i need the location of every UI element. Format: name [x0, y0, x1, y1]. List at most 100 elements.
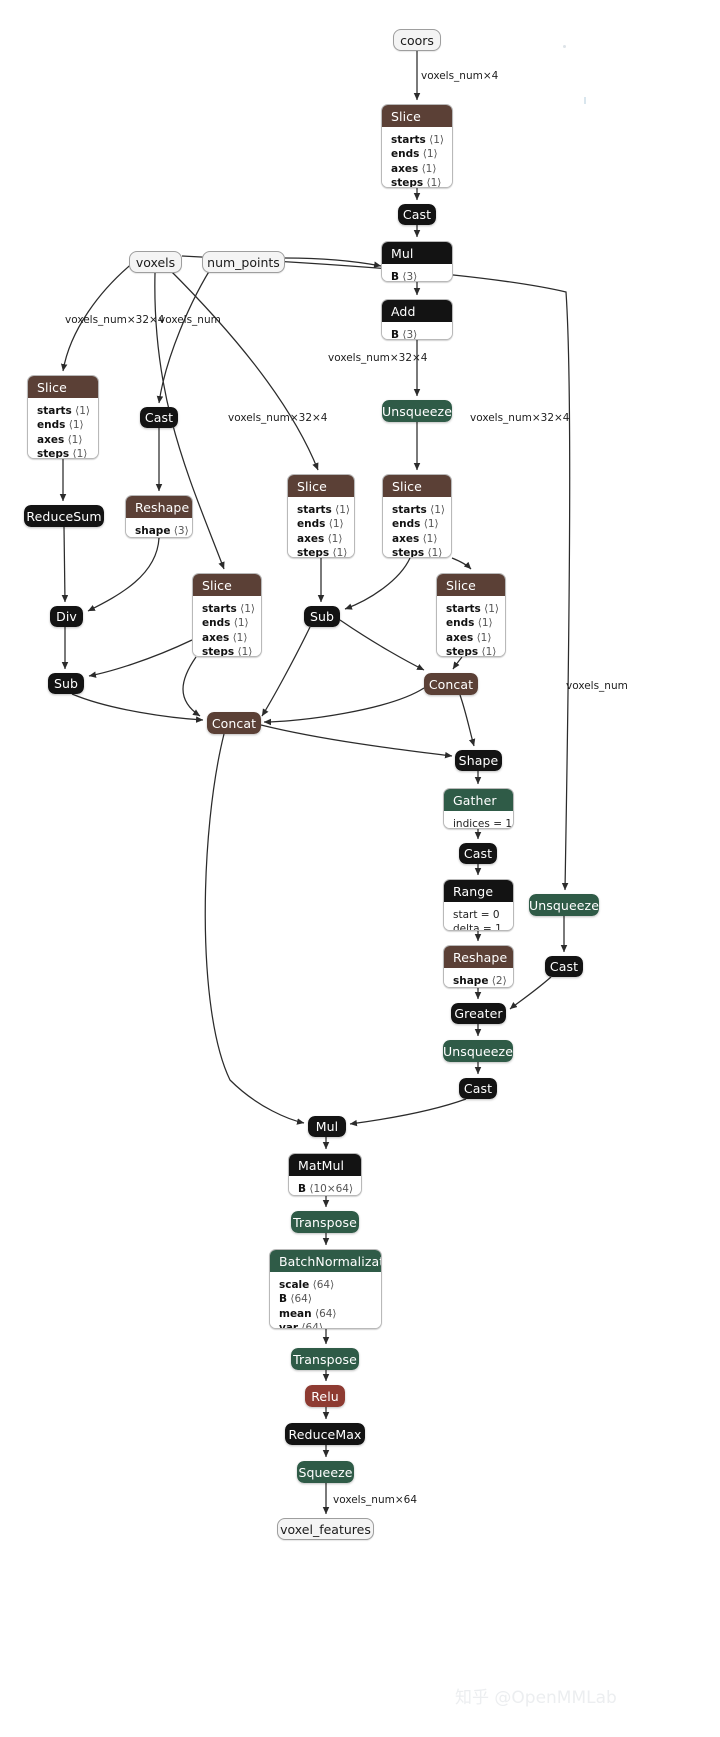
- edge-label: voxels_num: [566, 680, 628, 692]
- op-node-title: Transpose: [291, 1348, 359, 1370]
- op-node-concat[interactable]: Concat: [424, 673, 478, 695]
- io-node-voxels[interactable]: voxels: [129, 251, 182, 273]
- op-node-reshape[interactable]: Reshape shape ⟨2⟩: [443, 945, 514, 988]
- op-node-title: Unsqueeze: [529, 894, 599, 916]
- op-node-title: Cast: [459, 1078, 497, 1099]
- graph-edges-layer: [59, 51, 571, 1515]
- op-attribute-value: ⟨1⟩: [332, 547, 348, 558]
- op-node-matmul[interactable]: MatMul B ⟨10×64⟩: [288, 1153, 362, 1196]
- op-attribute-value: ⟨1⟩: [422, 532, 438, 545]
- op-attribute-value: ⟨1⟩: [328, 518, 344, 531]
- op-node-div[interactable]: Div: [50, 606, 83, 627]
- io-node-voxel_features[interactable]: voxel_features: [277, 1518, 374, 1540]
- op-node-mul[interactable]: Mul B ⟨3⟩: [381, 241, 453, 282]
- op-node-title: Mul: [382, 242, 452, 264]
- op-attribute-row: axes ⟨1⟩: [392, 532, 442, 546]
- op-attribute-key: B: [279, 1293, 288, 1306]
- op-node-sub[interactable]: Sub: [304, 606, 340, 627]
- op-node-attributes: starts ⟨1⟩ ends ⟨1⟩ axes ⟨1⟩ steps ⟨1⟩: [383, 497, 451, 558]
- op-attribute-key: B: [391, 329, 400, 340]
- op-node-concat[interactable]: Concat: [207, 712, 261, 734]
- op-attribute-row: starts ⟨1⟩: [391, 133, 444, 147]
- op-attribute-value: ⟨1⟩: [72, 448, 88, 459]
- op-attribute-key: var: [279, 1322, 299, 1329]
- op-node-attributes: start = 0 delta = 1: [444, 902, 513, 930]
- decorative-speck-1: [563, 45, 566, 48]
- op-attribute-key: steps: [392, 547, 425, 558]
- op-node-title: Gather: [444, 789, 513, 811]
- op-attribute-value: ⟨1⟩: [237, 646, 253, 657]
- op-attribute-key: starts: [202, 603, 237, 615]
- op-attribute-row: steps ⟨1⟩: [37, 447, 89, 459]
- op-node-reducemax[interactable]: ReduceMax: [285, 1423, 365, 1445]
- op-attribute-value: ⟨1⟩: [68, 419, 84, 432]
- op-node-squeeze[interactable]: Squeeze: [297, 1461, 354, 1483]
- op-attribute-row: indices = 1: [453, 817, 512, 828]
- op-node-greater[interactable]: Greater: [451, 1003, 506, 1024]
- op-node-sub[interactable]: Sub: [48, 673, 84, 694]
- op-node-title: Sub: [304, 606, 340, 627]
- op-node-cast[interactable]: Cast: [140, 407, 178, 428]
- op-node-attributes: B ⟨3⟩: [382, 322, 452, 340]
- io-node-coors[interactable]: coors: [393, 29, 441, 51]
- op-attribute-value: ⟨64⟩: [314, 1307, 337, 1320]
- op-node-cast[interactable]: Cast: [459, 843, 497, 864]
- op-node-reducesum[interactable]: ReduceSum: [24, 505, 104, 527]
- op-attribute-key: shape: [135, 525, 171, 537]
- op-node-slice[interactable]: Slice starts ⟨1⟩ ends ⟨1⟩ axes ⟨1⟩ steps ⟨1⟩: [436, 573, 506, 657]
- op-node-cast[interactable]: Cast: [398, 204, 436, 225]
- op-attribute-key: scale: [279, 1279, 310, 1291]
- op-node-title: ReduceSum: [24, 505, 104, 527]
- op-node-add[interactable]: Add B ⟨3⟩: [381, 299, 453, 340]
- op-attribute-value: ⟨64⟩: [290, 1293, 312, 1306]
- decorative-speck-2: [584, 97, 586, 104]
- op-attribute-key: steps: [202, 646, 235, 657]
- op-node-transpose[interactable]: Transpose: [291, 1348, 359, 1370]
- op-node-range[interactable]: Range start = 0 delta = 1: [443, 879, 514, 931]
- op-node-title: ReduceMax: [285, 1423, 365, 1445]
- op-attribute-row: steps ⟨1⟩: [391, 176, 443, 187]
- op-attribute-value: ⟨1⟩: [476, 631, 492, 644]
- op-node-title: Sub: [48, 673, 84, 694]
- op-attribute-row: starts ⟨1⟩: [202, 602, 255, 616]
- op-node-slice[interactable]: Slice starts ⟨1⟩ ends ⟨1⟩ axes ⟨1⟩ steps ⟨1⟩: [287, 474, 355, 558]
- op-node-transpose[interactable]: Transpose: [291, 1211, 359, 1233]
- op-node-slice[interactable]: Slice starts ⟨1⟩ ends ⟨1⟩ axes ⟨1⟩ steps ⟨1⟩: [192, 573, 262, 657]
- op-attribute-row: steps ⟨1⟩: [297, 546, 348, 558]
- op-node-title: Cast: [545, 956, 583, 977]
- op-attribute-value: ⟨1⟩: [67, 433, 83, 446]
- op-node-title: Concat: [207, 712, 261, 734]
- op-node-gather[interactable]: Gather indices = 1: [443, 788, 514, 829]
- edge-label: voxels_num×32×4: [470, 412, 570, 424]
- op-attribute-value: ⟨3⟩: [402, 271, 418, 282]
- op-node-reshape[interactable]: Reshape shape ⟨3⟩: [125, 495, 193, 538]
- op-node-unsqueeze[interactable]: Unsqueeze: [529, 894, 599, 916]
- op-attribute-key: ends: [202, 617, 231, 630]
- op-attribute-row: starts ⟨1⟩: [297, 503, 350, 517]
- op-node-relu[interactable]: Relu: [305, 1385, 345, 1407]
- op-node-mul[interactable]: Mul: [308, 1116, 346, 1137]
- op-node-slice[interactable]: Slice starts ⟨1⟩ ends ⟨1⟩ axes ⟨1⟩ steps ⟨1⟩: [382, 474, 452, 558]
- op-node-batchnormalization[interactable]: BatchNormalizationscale ⟨64⟩B ⟨64⟩mean ⟨…: [269, 1249, 382, 1329]
- op-attribute-value: ⟨1⟩: [75, 405, 91, 417]
- op-node-unsqueeze[interactable]: Unsqueeze: [382, 400, 452, 422]
- op-node-cast[interactable]: Cast: [545, 956, 583, 977]
- op-attribute-row: axes ⟨1⟩: [446, 631, 496, 645]
- op-node-title: Cast: [140, 407, 178, 428]
- op-node-title: Greater: [451, 1003, 506, 1024]
- op-attribute-key: starts: [391, 134, 426, 146]
- io-node-num_points[interactable]: num_points: [202, 251, 285, 273]
- op-node-shape[interactable]: Shape: [455, 750, 502, 771]
- op-node-unsqueeze[interactable]: Unsqueeze: [443, 1040, 513, 1062]
- op-attribute-value: ⟨1⟩: [477, 617, 493, 630]
- op-attribute-row: delta = 1: [453, 922, 504, 930]
- edge-label: voxels_num×32×4: [328, 352, 428, 364]
- op-node-title: BatchNormalization: [270, 1250, 381, 1272]
- op-node-attributes: shape ⟨3⟩: [126, 518, 192, 537]
- op-node-slice[interactable]: Slice starts ⟨1⟩ ends ⟨1⟩ axes ⟨1⟩ steps ⟨1⟩: [381, 104, 453, 188]
- op-attribute-key: ends: [391, 148, 420, 161]
- edge-label: voxels_num: [159, 314, 221, 326]
- op-attribute-row: B ⟨3⟩: [391, 328, 443, 340]
- op-node-slice[interactable]: Slice starts ⟨1⟩ ends ⟨1⟩ axes ⟨1⟩ steps ⟨1⟩: [27, 375, 99, 459]
- op-node-cast[interactable]: Cast: [459, 1078, 497, 1099]
